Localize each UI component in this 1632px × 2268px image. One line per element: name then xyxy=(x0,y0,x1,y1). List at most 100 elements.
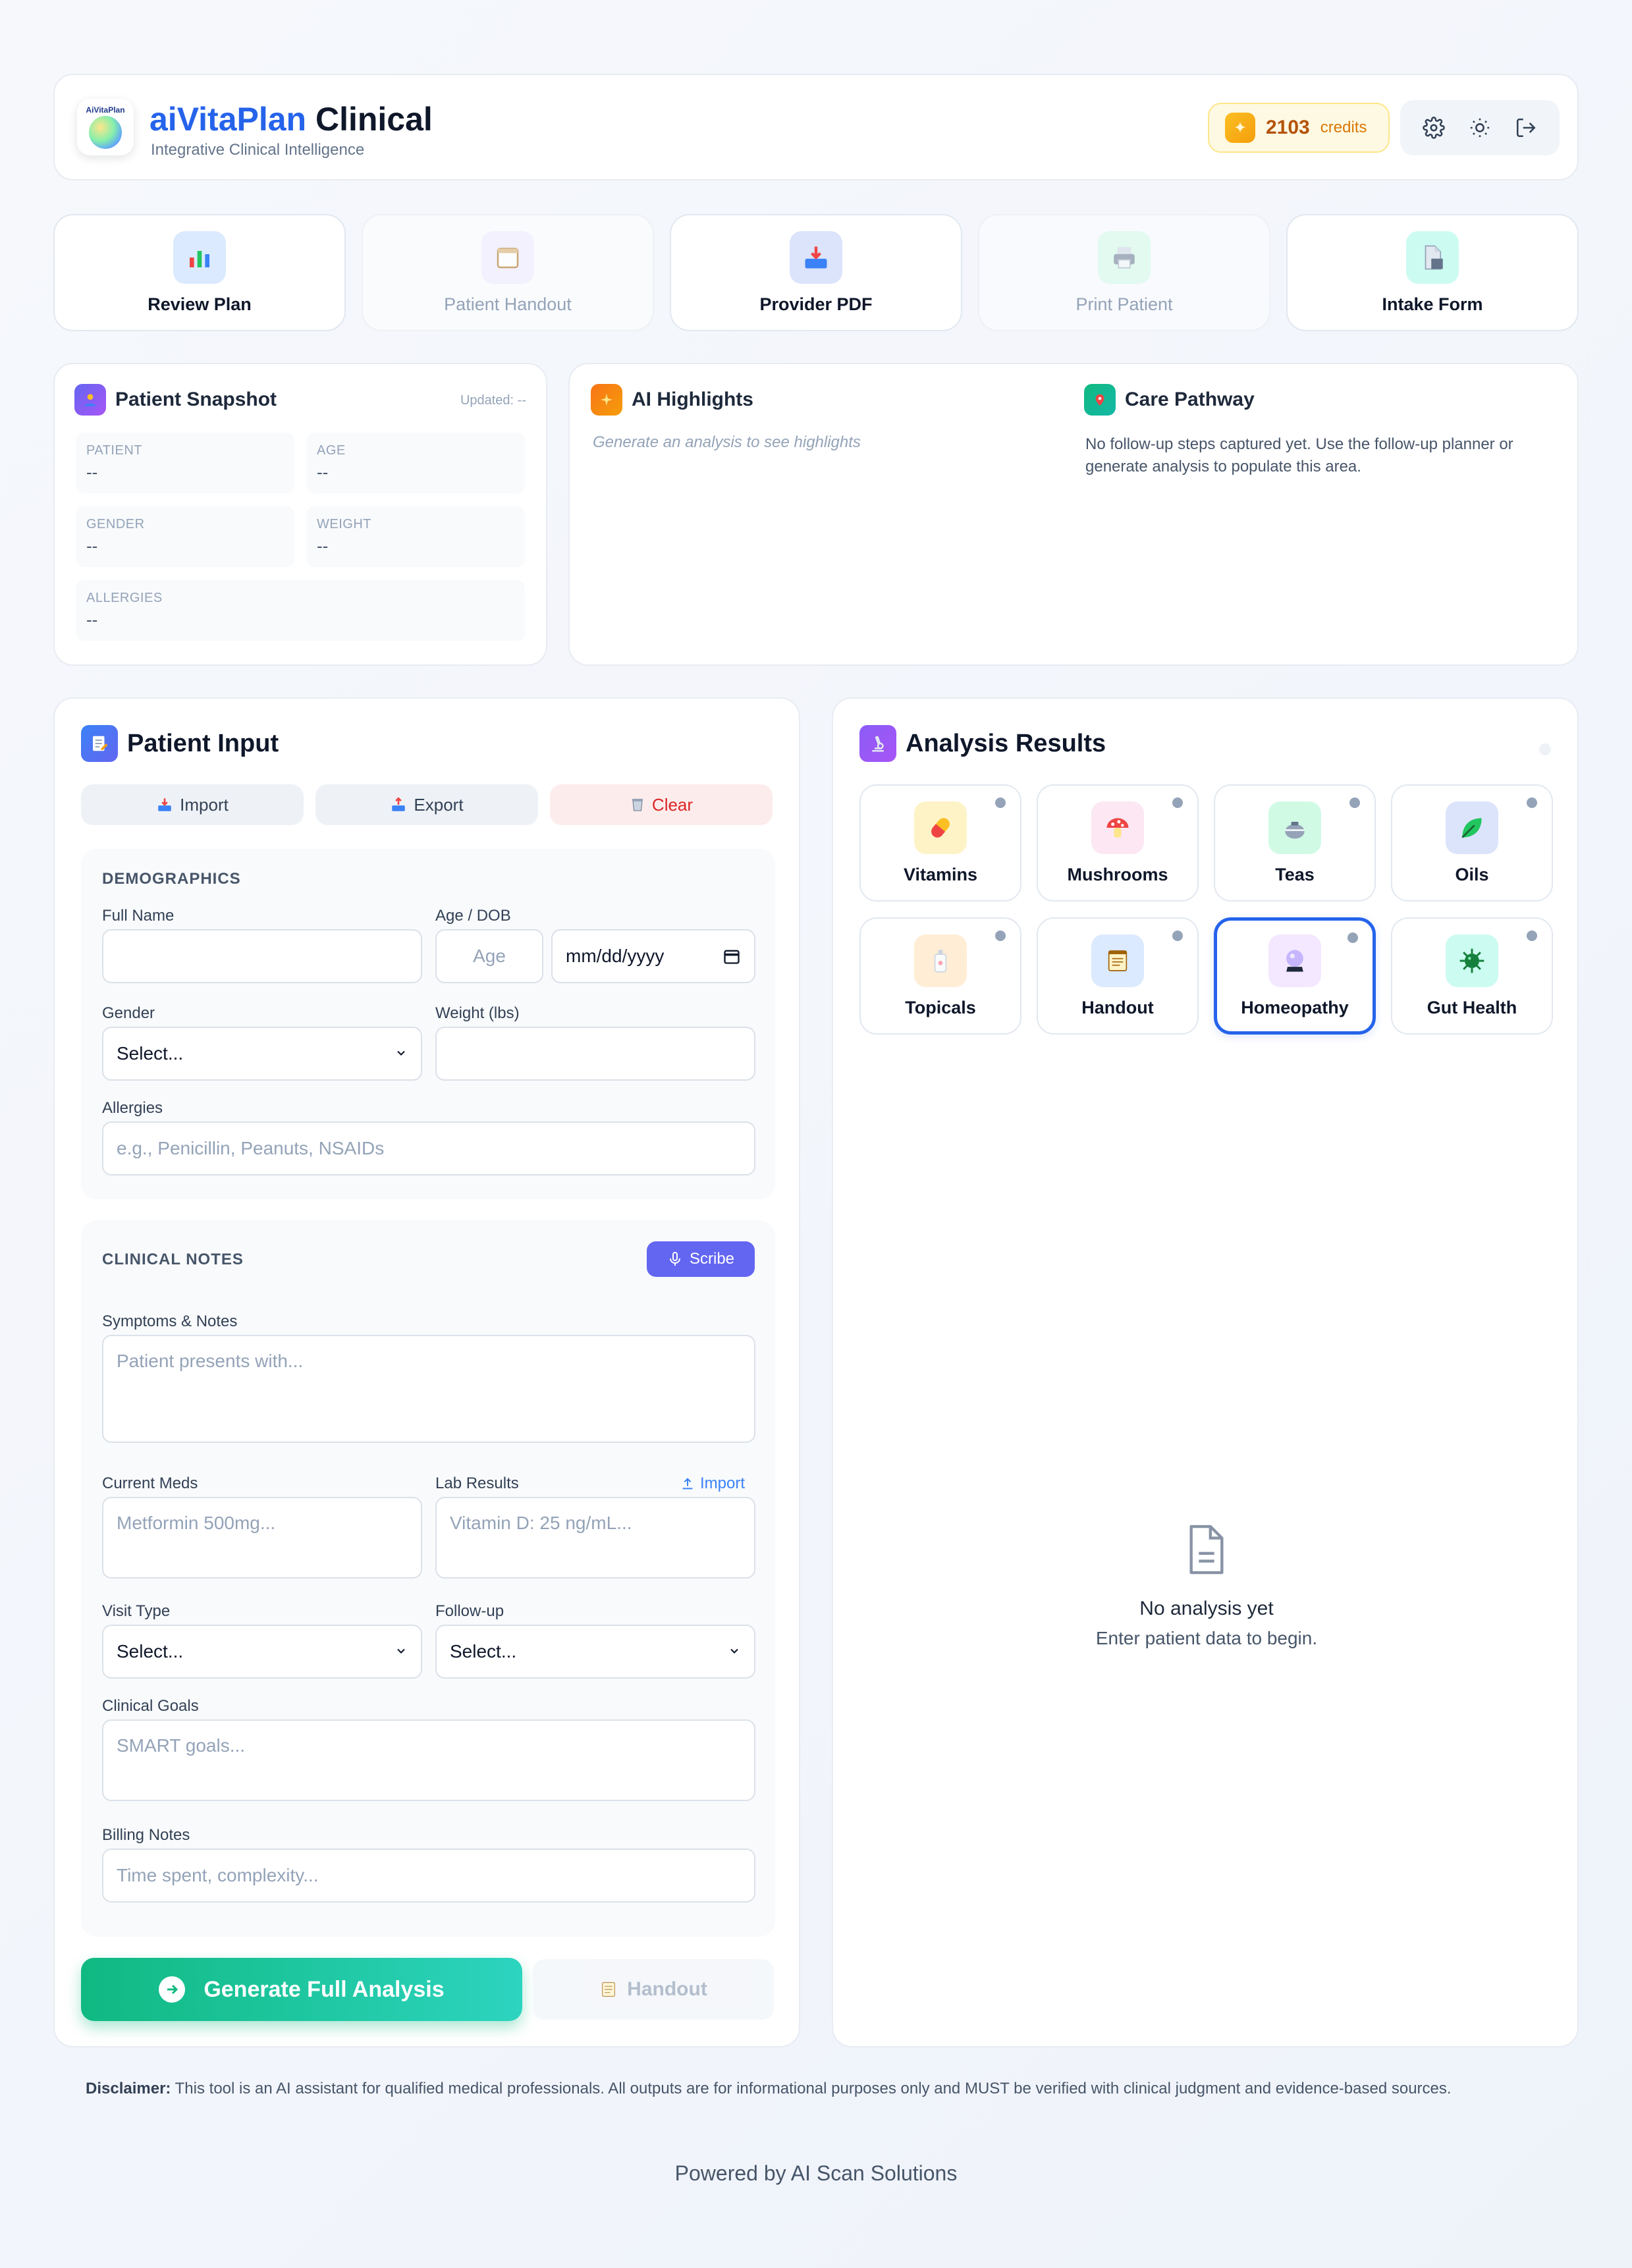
follow-up-select[interactable]: Select... xyxy=(435,1625,755,1679)
clinical-goals-textarea[interactable]: SMART goals... xyxy=(102,1719,755,1801)
patient-snapshot-card: Patient Snapshot Updated: -- PATIENT -- … xyxy=(53,363,547,666)
credits-badge[interactable]: ✦ 2103 credits xyxy=(1208,103,1390,153)
lab-import-label: Import xyxy=(700,1474,746,1492)
ai-highlights-card: AI Highlights Generate an analysis to se… xyxy=(568,363,1579,666)
category-vitamins[interactable]: Vitamins xyxy=(859,784,1021,902)
logout-icon[interactable] xyxy=(1511,113,1540,142)
category-mushrooms[interactable]: Mushrooms xyxy=(1037,784,1199,902)
trash-icon xyxy=(632,799,643,811)
export-label: Export xyxy=(414,794,464,815)
current-meds-label: Current Meds xyxy=(102,1474,198,1492)
analysis-results-card: Analysis Results Vitamins Mushrooms Teas… xyxy=(832,697,1579,2047)
category-label: Homeopathy xyxy=(1241,998,1349,1017)
quick-action-print-patient[interactable]: Print Patient xyxy=(978,214,1270,331)
visit-type-select[interactable]: Select... xyxy=(102,1625,422,1679)
logo-art xyxy=(89,116,122,149)
gender-select[interactable]: Select... xyxy=(102,1027,422,1081)
analysis-title: Analysis Results xyxy=(906,729,1106,757)
snapshot-header: Patient Snapshot xyxy=(74,384,277,416)
field-label: ALLERGIES xyxy=(86,591,163,605)
category-gut-health[interactable]: Gut Health xyxy=(1391,917,1553,1035)
status-dot xyxy=(1527,931,1537,941)
memo-icon xyxy=(81,725,118,762)
quick-action-intake-form[interactable]: Intake Form xyxy=(1286,214,1579,331)
logo-text: AiVitaPlan xyxy=(86,105,125,115)
chevron-down-icon xyxy=(394,1641,408,1662)
highlights-header: AI Highlights xyxy=(591,384,753,416)
user-icon xyxy=(74,384,106,416)
gear-icon[interactable] xyxy=(1419,113,1448,142)
quick-action-label: Intake Form xyxy=(1382,294,1483,314)
category-topicals[interactable]: Topicals xyxy=(859,917,1021,1035)
disclaimer: Disclaimer: This tool is an AI assistant… xyxy=(86,2080,1574,2098)
generate-analysis-button[interactable]: Generate Full Analysis xyxy=(81,1958,522,2021)
calendar-icon[interactable] xyxy=(722,947,741,965)
lab-results-textarea[interactable]: Vitamin D: 25 ng/mL... xyxy=(435,1497,755,1579)
sun-icon[interactable] xyxy=(1465,113,1494,142)
patient-input-title: Patient Input xyxy=(127,729,279,757)
category-oils[interactable]: Oils xyxy=(1391,784,1553,902)
credits-value: 2103 xyxy=(1266,117,1310,138)
clinical-goals-label: Clinical Goals xyxy=(102,1697,199,1715)
category-handout[interactable]: Handout xyxy=(1037,917,1199,1035)
import-button[interactable]: Import xyxy=(81,784,304,825)
category-label: Topicals xyxy=(905,998,976,1017)
status-dot xyxy=(1347,932,1358,943)
clear-label: Clear xyxy=(651,794,694,815)
allergies-label: Allergies xyxy=(102,1099,163,1117)
sparkle-icon xyxy=(591,384,622,416)
visit-type-value: Select... xyxy=(117,1641,184,1661)
app-title-brand: aiVitaPlan xyxy=(150,101,307,138)
gender-value: Select... xyxy=(117,1043,184,1064)
clear-button[interactable]: Clear xyxy=(550,784,773,825)
snapshot-age: AGE -- xyxy=(306,433,525,493)
weight-input[interactable] xyxy=(435,1027,755,1081)
category-homeopathy[interactable]: Homeopathy xyxy=(1214,917,1376,1035)
outbox-tray-icon xyxy=(392,797,406,811)
status-dot xyxy=(995,797,1006,808)
field-value: -- xyxy=(86,462,98,482)
category-teas[interactable]: Teas xyxy=(1214,784,1376,902)
empty-title: No analysis yet xyxy=(1139,1598,1274,1619)
microscope-icon xyxy=(859,725,896,762)
empty-subtitle: Enter patient data to begin. xyxy=(1095,1628,1318,1648)
analysis-empty-state: No analysis yet Enter patient data to be… xyxy=(833,1522,1580,1649)
dob-input[interactable]: mm/dd/yyyy xyxy=(551,929,755,983)
lab-import-link[interactable]: Import xyxy=(680,1474,745,1493)
credits-label: credits xyxy=(1320,119,1367,136)
snapshot-allergies: ALLERGIES -- xyxy=(76,580,525,641)
status-dot xyxy=(1172,797,1183,808)
coin-icon: ✦ xyxy=(1225,113,1255,143)
age-input[interactable]: Age xyxy=(435,929,543,983)
app-subtitle: Integrative Clinical Intelligence xyxy=(151,141,365,159)
header-toolbar xyxy=(1400,100,1560,155)
quick-action-patient-handout[interactable]: Patient Handout xyxy=(362,214,654,331)
category-label: Mushrooms xyxy=(1067,865,1168,884)
quick-action-review-plan[interactable]: Review Plan xyxy=(53,214,346,331)
status-indicator xyxy=(1539,743,1551,755)
disclaimer-label: Disclaimer: xyxy=(86,2080,171,2097)
quick-action-label: Print Patient xyxy=(1075,294,1173,314)
handout-button[interactable]: Handout xyxy=(533,1959,774,2020)
document-icon xyxy=(1406,231,1459,284)
chevron-down-icon xyxy=(728,1641,741,1662)
billing-notes-input[interactable]: Time spent, complexity... xyxy=(102,1849,755,1903)
field-value: -- xyxy=(86,610,98,630)
current-meds-textarea[interactable]: Metformin 500mg... xyxy=(102,1497,422,1579)
app-title-rest: Clinical xyxy=(306,101,433,138)
full-name-input[interactable] xyxy=(102,929,422,983)
map-pin-icon xyxy=(1084,384,1116,416)
symptoms-textarea[interactable]: Patient presents with... xyxy=(102,1335,755,1443)
demographics-title: DEMOGRAPHICS xyxy=(102,870,241,888)
allergies-input[interactable]: e.g., Penicillin, Peanuts, NSAIDs xyxy=(102,1121,755,1175)
billing-notes-label: Billing Notes xyxy=(102,1826,190,1844)
patient-input-card: Patient Input Import Export Clear DEMOGR… xyxy=(53,697,800,2047)
printer-icon xyxy=(1098,231,1151,284)
quick-action-provider-pdf[interactable]: Provider PDF xyxy=(670,214,962,331)
dob-placeholder: mm/dd/yyyy xyxy=(566,946,665,966)
field-label: AGE xyxy=(317,443,346,458)
export-button[interactable]: Export xyxy=(315,784,538,825)
scribe-button[interactable]: Scribe xyxy=(647,1241,755,1277)
calendar-icon xyxy=(481,231,534,284)
follow-up-label: Follow-up xyxy=(435,1602,504,1620)
